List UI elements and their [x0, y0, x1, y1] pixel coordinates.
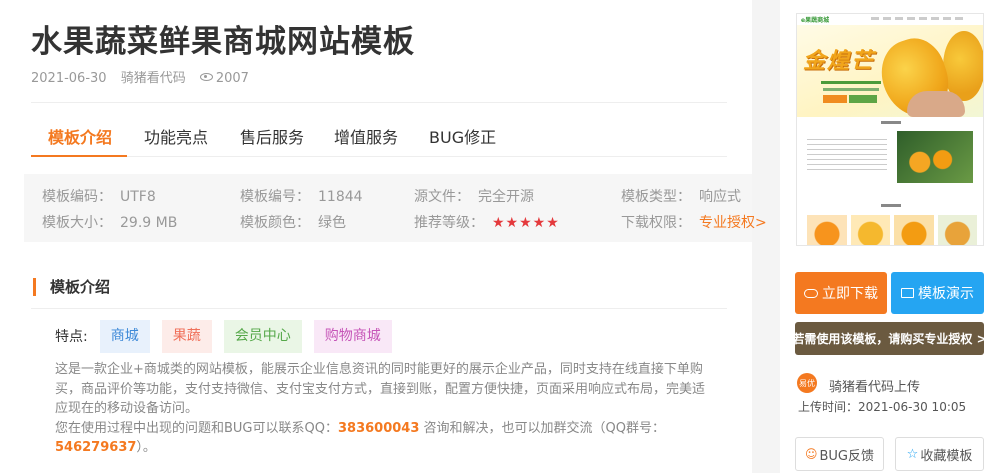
- preview-banner-line: [821, 81, 881, 84]
- cloud-download-icon: [804, 288, 818, 298]
- desc-text: ）。: [136, 440, 156, 455]
- info-type: 模板类型： 响应式: [621, 186, 741, 206]
- star-icon: ☆: [906, 446, 919, 462]
- preview-fruit: [850, 215, 890, 245]
- info-label: 模板大小：: [42, 215, 112, 231]
- monitor-icon: [901, 288, 914, 298]
- upload-time: 上传时间：2021-06-30 10:05: [798, 400, 967, 414]
- description-p1: 这是一款企业+商城类的网站模板，能展示企业信息资讯的同时能更好的展示企业产品，同…: [55, 362, 706, 416]
- demo-label: 模板演示: [918, 286, 974, 302]
- info-value: 绿色: [318, 215, 346, 231]
- bug-feedback-button[interactable]: ☺ BUG反馈: [795, 437, 884, 471]
- info-label: 模板颜色：: [240, 215, 310, 231]
- info-label: 模板编码：: [42, 189, 112, 205]
- template-preview-image[interactable]: e果蔬商城 金煌芒: [796, 13, 984, 246]
- preview-banner-button: [849, 95, 877, 103]
- info-value: 完全开源: [478, 189, 534, 205]
- uploader-name[interactable]: 骑猪看代码上传: [829, 376, 920, 395]
- info-rating: 推荐等级： ★★★★★: [414, 212, 560, 232]
- info-panel: 模板编码： UTF8 模板编号： 11844 源文件： 完全开源 模板类型： 响应式 模…: [24, 174, 767, 242]
- info-label: 推荐等级：: [414, 215, 484, 231]
- section-title: 模板介绍: [33, 278, 110, 296]
- tab-template-intro[interactable]: 模板介绍: [48, 124, 112, 148]
- comment-icon: ☺: [804, 447, 818, 461]
- page-title: 水果蔬菜鲜果商城网站模板: [31, 24, 415, 60]
- info-size: 模板大小： 29.9 MB: [42, 212, 177, 232]
- desc-text: 咨询和解决，也可以加群交流（QQ群号：: [419, 420, 666, 436]
- description-p2: 您在使用过程中出现的问题和BUG可以联系QQ：383600043 咨询和解决，也…: [55, 419, 715, 458]
- avatar[interactable]: 易优: [797, 373, 817, 393]
- info-value: 29.9 MB: [120, 215, 178, 231]
- preview-banner: 金煌芒: [797, 25, 983, 125]
- tab-value-added[interactable]: 增值服务: [334, 124, 398, 148]
- info-value: UTF8: [120, 189, 156, 205]
- rating-stars: ★★★★★: [492, 215, 560, 231]
- divider: [31, 308, 727, 309]
- preview-section-title: [881, 121, 901, 124]
- info-number: 模板编号： 11844: [240, 186, 363, 206]
- favorite-button[interactable]: ☆ 收藏模板: [895, 437, 984, 471]
- tab-bug-fix[interactable]: BUG修正: [429, 124, 496, 148]
- preview-about-section: [797, 117, 983, 201]
- tag-shopping-mall[interactable]: 购物商城: [313, 319, 392, 353]
- info-label: 下载权限：: [621, 215, 691, 231]
- preview-nav-items: [871, 17, 967, 20]
- info-label: 模板类型：: [621, 189, 691, 205]
- bug-label: BUG反馈: [819, 448, 875, 464]
- preview-fruit: [807, 215, 847, 245]
- tab-after-sales[interactable]: 售后服务: [240, 124, 304, 148]
- view-count: 2007: [215, 71, 249, 86]
- buy-license-button[interactable]: 若需使用该模板，请购买专业授权 >: [795, 322, 984, 355]
- preview-orange-photo: [897, 131, 973, 183]
- meta-row: 2021-06-30 骑猪看代码 2007: [31, 67, 269, 86]
- tag-mall[interactable]: 商城: [99, 319, 150, 353]
- preview-fruit: [937, 215, 977, 245]
- preview-banner-title: 金煌芒: [803, 49, 876, 74]
- sidebar: e果蔬商城 金煌芒 立即下载 模板演示 若需使用该模板，请购买专业授权 > 易优…: [780, 0, 999, 473]
- desc-text: 您在使用过程中出现的问题和BUG可以联系QQ：: [55, 420, 338, 436]
- views: 2007: [199, 71, 259, 86]
- info-label: 模板编号：: [240, 189, 310, 205]
- tag-fruit-veg[interactable]: 果蔬: [161, 319, 212, 353]
- features-label: 特点:: [55, 329, 88, 345]
- info-color: 模板颜色： 绿色: [240, 212, 346, 232]
- tag-member-center[interactable]: 会员中心: [223, 319, 302, 353]
- preview-product-row: [807, 215, 977, 245]
- fav-label: 收藏模板: [920, 448, 973, 464]
- preview-text-lines: [807, 139, 887, 173]
- hand-image: [907, 91, 965, 117]
- author-link[interactable]: 骑猪看代码: [121, 71, 186, 86]
- feature-tags: 特点: 商城 果蔬 会员中心 购物商城: [55, 319, 392, 353]
- preview-banner-button: [823, 95, 847, 103]
- preview-fruit: [894, 215, 934, 245]
- info-label: 源文件：: [414, 189, 470, 205]
- download-button[interactable]: 立即下载: [795, 272, 887, 314]
- preview-nav: e果蔬商城: [797, 14, 983, 24]
- qq-number: 383600043: [337, 420, 420, 436]
- download-label: 立即下载: [822, 286, 878, 302]
- description: 这是一款企业+商城类的网站模板，能展示企业信息资讯的同时能更好的展示企业产品，同…: [55, 360, 715, 458]
- demo-button[interactable]: 模板演示: [891, 272, 984, 314]
- main-content: 水果蔬菜鲜果商城网站模板 2021-06-30 骑猪看代码 2007 模板介绍 …: [0, 0, 767, 473]
- permission-link[interactable]: 专业授权>: [699, 215, 767, 231]
- info-permission: 下载权限： 专业授权>: [621, 212, 767, 232]
- info-value: 11844: [318, 189, 363, 205]
- tab-features[interactable]: 功能亮点: [144, 124, 208, 148]
- active-tab-underline: [31, 155, 127, 157]
- divider: [31, 102, 727, 103]
- publish-date: 2021-06-30: [31, 71, 107, 86]
- info-source: 源文件： 完全开源: [414, 186, 534, 206]
- preview-logo: e果蔬商城: [801, 17, 830, 24]
- eye-icon: [199, 73, 213, 81]
- tab-bar: 模板介绍 功能亮点 售后服务 增值服务 BUG修正: [31, 115, 727, 157]
- qq-group-number: 546279637: [55, 440, 137, 455]
- info-encoding: 模板编码： UTF8: [42, 186, 156, 206]
- info-value: 响应式: [699, 189, 741, 205]
- preview-section-title: [881, 204, 901, 207]
- preview-banner-line: [823, 88, 879, 91]
